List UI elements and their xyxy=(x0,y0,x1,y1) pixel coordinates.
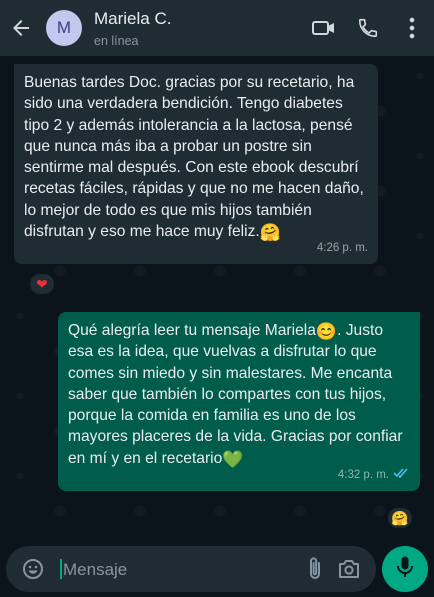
outgoing-message[interactable]: Qué alegría leer tu mensaje Mariela😊. Ju… xyxy=(58,312,420,492)
message-text-part1: Qué alegría leer tu mensaje Mariela xyxy=(68,322,316,339)
back-arrow-icon[interactable] xyxy=(2,0,40,56)
more-vert-icon[interactable] xyxy=(390,0,434,56)
heart-reaction[interactable]: ❤ xyxy=(28,272,56,296)
avatar-letter: M xyxy=(56,18,72,37)
phone-icon[interactable] xyxy=(346,0,390,56)
camera-icon[interactable] xyxy=(332,549,366,589)
message-meta: 4:32 p. m. xyxy=(338,465,410,486)
mic-icon xyxy=(395,555,415,584)
read-ticks-icon xyxy=(393,465,410,486)
message-text-part2: . Justo esa es la idea, que vuelvas a di… xyxy=(68,322,403,467)
emoji-icon[interactable] xyxy=(16,549,50,589)
message-time: 4:32 p. m. xyxy=(337,468,389,481)
text-caret xyxy=(60,558,62,579)
message-text: Buenas tardes Doc. gracias por su receta… xyxy=(24,74,364,241)
hug-emoji: 🤗 xyxy=(259,223,281,243)
message-placeholder: Mensaje xyxy=(63,559,128,579)
avatar[interactable]: M xyxy=(46,10,82,46)
mic-button[interactable] xyxy=(382,546,428,592)
message-input-pill[interactable]: Mensaje xyxy=(6,546,376,592)
message-meta: 4:26 p. m. xyxy=(317,238,368,259)
chat-area[interactable]: Buenas tardes Doc. gracias por su receta… xyxy=(0,56,434,541)
incoming-message[interactable]: Buenas tardes Doc. gracias por su receta… xyxy=(14,64,378,265)
video-call-icon[interactable] xyxy=(302,0,346,56)
message-input[interactable]: Mensaje xyxy=(60,558,298,580)
contact-info[interactable]: Mariela C. en línea xyxy=(94,9,302,48)
contact-name: Mariela C. xyxy=(94,8,172,28)
chat-header: M Mariela C. en línea xyxy=(0,0,434,56)
hug-reaction[interactable]: 🤗 xyxy=(386,506,414,530)
message-composer: Mensaje xyxy=(0,541,434,597)
smile-emoji: 😊 xyxy=(315,322,338,341)
message-time: 4:26 p. m. xyxy=(316,242,368,255)
attach-icon[interactable] xyxy=(298,549,332,589)
contact-status: en línea xyxy=(94,33,139,48)
green-heart-emoji: 💚 xyxy=(222,449,244,469)
